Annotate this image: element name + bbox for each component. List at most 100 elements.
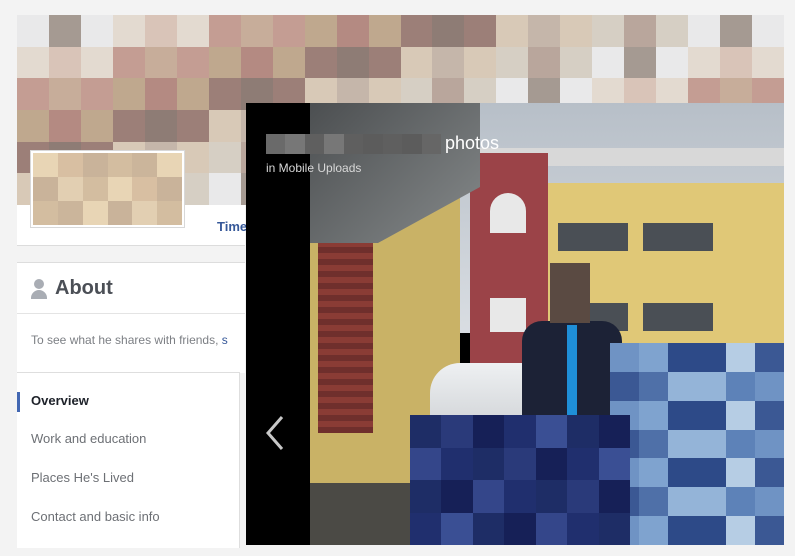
pixel-tile — [668, 371, 697, 401]
pixel-tile — [112, 15, 145, 47]
pixel-tile — [610, 343, 639, 372]
pixel-tile — [48, 15, 81, 47]
pixel-tile — [208, 78, 241, 110]
pixel-tile — [656, 15, 689, 47]
pixel-tile — [639, 400, 668, 430]
pixel-tile — [132, 177, 158, 201]
pixel-tile — [82, 153, 108, 177]
nav-item-overview[interactable]: Overview — [31, 393, 89, 408]
pixel-tile — [266, 133, 286, 154]
pixel-tile — [504, 512, 536, 545]
pixel-tile — [535, 512, 568, 545]
photo-window — [643, 303, 713, 331]
pixel-tile — [17, 78, 49, 110]
pixel-tile — [402, 133, 422, 154]
pixel-tile — [496, 46, 529, 79]
pixel-tile — [726, 343, 755, 372]
about-send-request-link[interactable]: s — [222, 333, 228, 347]
pixel-tile — [567, 512, 599, 545]
pixel-tile — [410, 512, 442, 545]
pixel-tile — [48, 46, 81, 79]
pixel-tile — [421, 133, 441, 154]
pixel-tile — [176, 15, 209, 47]
pixel-tile — [560, 46, 593, 79]
pixel-tile — [17, 15, 49, 47]
pixel-tile — [336, 46, 369, 79]
pixel-tile — [697, 400, 726, 430]
pixel-tile — [82, 201, 108, 225]
nav-item-contact-info[interactable]: Contact and basic info — [31, 509, 160, 524]
pixel-tile — [656, 46, 689, 79]
pixel-tile — [336, 15, 369, 47]
pixel-tile — [132, 153, 158, 177]
pixel-tile — [697, 516, 726, 545]
pixel-tile — [472, 447, 505, 480]
pixel-tile — [472, 480, 505, 513]
tab-timeline[interactable]: Time — [217, 219, 247, 234]
pixel-tile — [382, 133, 403, 154]
pixel-tile — [752, 46, 784, 79]
pixel-tile — [697, 487, 726, 517]
pixel-tile — [144, 46, 177, 79]
pixel-tile — [668, 458, 697, 488]
pixel-tile — [535, 415, 568, 448]
pixel-tile — [304, 133, 325, 154]
about-header: About — [31, 277, 113, 300]
pixel-tile — [107, 177, 133, 201]
pixel-tile — [697, 343, 726, 372]
pixel-tile — [639, 516, 668, 545]
pixel-tile — [668, 429, 697, 459]
pixel-tile — [363, 133, 383, 154]
pixel-tile — [112, 109, 145, 142]
pixel-tile — [567, 480, 599, 513]
pixel-tile — [504, 480, 536, 513]
pixel-tile — [272, 46, 305, 79]
pixel-tile — [400, 46, 433, 79]
pixel-tile — [432, 46, 465, 79]
nav-item-places-lived[interactable]: Places He's Lived — [31, 470, 134, 485]
pixel-tile — [639, 343, 668, 372]
pixel-tile — [157, 177, 182, 201]
pixel-tile — [80, 15, 113, 47]
photo-window — [643, 223, 713, 251]
owner-name-pixelated[interactable] — [266, 133, 441, 154]
album-subtitle[interactable]: in Mobile Uploads — [266, 161, 361, 175]
facebook-profile-page: Time About To see what he shares with fr… — [0, 0, 795, 556]
photo-person-tie — [567, 325, 577, 425]
photo-window — [490, 298, 526, 332]
pixel-tile — [598, 480, 630, 513]
previous-photo-button[interactable] — [264, 413, 286, 453]
pixel-tile — [208, 141, 241, 174]
pixel-tile — [598, 447, 630, 480]
pixel-tile — [343, 133, 364, 154]
pixel-tile — [112, 46, 145, 79]
pixel-tile — [752, 15, 784, 47]
pixel-tile — [441, 447, 473, 480]
pixel-tile — [755, 371, 784, 401]
pixel-tile — [33, 177, 58, 201]
pixel-tile — [720, 15, 753, 47]
pixel-tile — [755, 516, 784, 545]
pixel-tile — [57, 153, 83, 177]
pixel-tile — [496, 15, 529, 47]
pixel-tile — [324, 133, 344, 154]
pixel-tile — [368, 15, 401, 47]
profile-picture-pixelated[interactable] — [30, 150, 185, 228]
pixel-tile — [464, 46, 497, 79]
pixel-tile — [598, 512, 630, 545]
pixel-tile — [639, 458, 668, 488]
pixel-tile — [639, 487, 668, 517]
album-title[interactable]: photos — [445, 133, 499, 154]
pixel-tile — [504, 415, 536, 448]
nav-item-work-education[interactable]: Work and education — [31, 431, 146, 446]
pixel-tile — [624, 15, 657, 47]
pixel-tile — [157, 153, 182, 177]
about-privacy-text: To see what he shares with friends, s — [31, 333, 228, 347]
pixel-tile — [176, 78, 209, 110]
pixel-tile — [472, 512, 505, 545]
pixel-tile — [504, 447, 536, 480]
pixel-tile — [410, 447, 442, 480]
pixel-tile — [107, 153, 133, 177]
pixel-tile — [720, 46, 753, 79]
pixel-tile — [560, 15, 593, 47]
